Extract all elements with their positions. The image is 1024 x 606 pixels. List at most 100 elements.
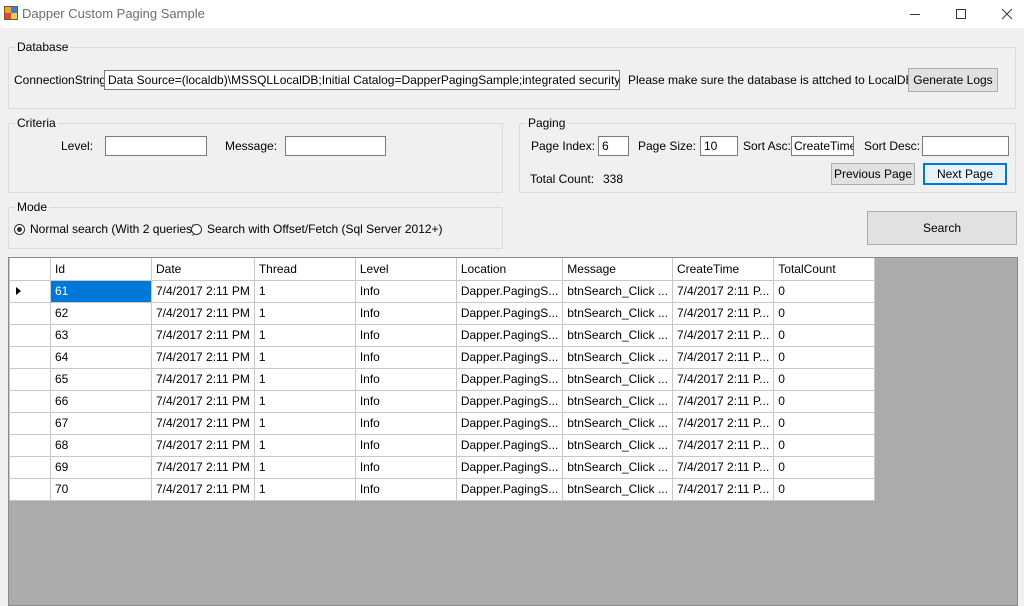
cell-message[interactable]: btnSearch_Click ... xyxy=(562,433,673,457)
cell-id[interactable]: 62 xyxy=(50,301,152,325)
cell-createtime[interactable]: 7/4/2017 2:11 P... xyxy=(671,455,775,479)
cell-totalcount[interactable]: 0 xyxy=(773,279,876,303)
cell-message[interactable]: btnSearch_Click ... xyxy=(562,279,673,303)
cell-thread[interactable]: 1 xyxy=(253,411,356,435)
close-button[interactable] xyxy=(984,0,1024,28)
cell-message[interactable]: btnSearch_Click ... xyxy=(562,367,673,391)
cell-thread[interactable]: 1 xyxy=(253,301,356,325)
column-header-level[interactable]: Level xyxy=(354,258,457,281)
row-header[interactable] xyxy=(9,367,51,391)
cell-date[interactable]: 7/4/2017 2:11 PM xyxy=(151,279,255,303)
cell-createtime[interactable]: 7/4/2017 2:11 P... xyxy=(671,345,775,369)
page-index-input[interactable]: 6 xyxy=(598,136,629,156)
row-header[interactable] xyxy=(9,345,51,369)
table-row[interactable]: 70 7/4/2017 2:11 PM 1 Info Dapper.PagingS...… xyxy=(9,477,876,501)
cell-level[interactable]: Info xyxy=(354,411,457,435)
cell-createtime[interactable]: 7/4/2017 2:11 P... xyxy=(671,301,775,325)
table-row[interactable]: 61 7/4/2017 2:11 PM 1 Info Dapper.PagingS...… xyxy=(9,279,876,303)
cell-thread[interactable]: 1 xyxy=(253,323,356,347)
column-header-id[interactable]: Id xyxy=(50,258,152,281)
table-row[interactable]: 66 7/4/2017 2:11 PM 1 Info Dapper.PagingS...… xyxy=(9,389,876,413)
cell-totalcount[interactable]: 0 xyxy=(773,389,876,413)
cell-thread[interactable]: 1 xyxy=(253,433,356,457)
sort-desc-input[interactable] xyxy=(922,136,1009,156)
table-row[interactable]: 68 7/4/2017 2:11 PM 1 Info Dapper.PagingS...… xyxy=(9,433,876,457)
cell-message[interactable]: btnSearch_Click ... xyxy=(562,301,673,325)
cell-id[interactable]: 65 xyxy=(50,367,152,391)
page-size-input[interactable]: 10 xyxy=(700,136,738,156)
table-row[interactable]: 63 7/4/2017 2:11 PM 1 Info Dapper.PagingS...… xyxy=(9,323,876,347)
cell-date[interactable]: 7/4/2017 2:11 PM xyxy=(151,433,255,457)
next-page-button[interactable]: Next Page xyxy=(923,163,1007,185)
cell-date[interactable]: 7/4/2017 2:11 PM xyxy=(151,411,255,435)
cell-totalcount[interactable]: 0 xyxy=(773,433,876,457)
column-header-thread[interactable]: Thread xyxy=(253,258,356,281)
level-input[interactable] xyxy=(105,136,207,156)
cell-level[interactable]: Info xyxy=(354,433,457,457)
title-bar[interactable]: Dapper Custom Paging Sample xyxy=(0,0,1024,28)
row-header[interactable] xyxy=(9,323,51,347)
cell-location[interactable]: Dapper.PagingS... xyxy=(455,323,564,347)
cell-date[interactable]: 7/4/2017 2:11 PM xyxy=(151,323,255,347)
cell-level[interactable]: Info xyxy=(354,389,457,413)
cell-level[interactable]: Info xyxy=(354,323,457,347)
cell-date[interactable]: 7/4/2017 2:11 PM xyxy=(151,367,255,391)
cell-createtime[interactable]: 7/4/2017 2:11 P... xyxy=(671,411,775,435)
cell-message[interactable]: btnSearch_Click ... xyxy=(562,389,673,413)
cell-totalcount[interactable]: 0 xyxy=(773,345,876,369)
row-header[interactable] xyxy=(9,455,51,479)
minimize-button[interactable] xyxy=(892,0,938,28)
cell-location[interactable]: Dapper.PagingS... xyxy=(455,301,564,325)
row-header[interactable] xyxy=(9,477,51,501)
cell-thread[interactable]: 1 xyxy=(253,389,356,413)
mode-offset-fetch-radio[interactable]: Search with Offset/Fetch (Sql Server 201… xyxy=(191,222,443,236)
cell-level[interactable]: Info xyxy=(354,455,457,479)
cell-message[interactable]: btnSearch_Click ... xyxy=(562,411,673,435)
row-header[interactable] xyxy=(9,411,51,435)
cell-location[interactable]: Dapper.PagingS... xyxy=(455,433,564,457)
table-row[interactable]: 69 7/4/2017 2:11 PM 1 Info Dapper.PagingS...… xyxy=(9,455,876,479)
cell-totalcount[interactable]: 0 xyxy=(773,477,876,501)
cell-id[interactable]: 69 xyxy=(50,455,152,479)
table-row[interactable]: 62 7/4/2017 2:11 PM 1 Info Dapper.PagingS...… xyxy=(9,301,876,325)
cell-message[interactable]: btnSearch_Click ... xyxy=(562,323,673,347)
row-header[interactable] xyxy=(9,279,51,303)
search-button[interactable]: Search xyxy=(867,211,1017,245)
cell-thread[interactable]: 1 xyxy=(253,477,356,501)
cell-id[interactable]: 63 xyxy=(50,323,152,347)
cell-location[interactable]: Dapper.PagingS... xyxy=(455,389,564,413)
cell-message[interactable]: btnSearch_Click ... xyxy=(562,455,673,479)
sort-asc-input[interactable]: CreateTime xyxy=(791,136,854,156)
row-header[interactable] xyxy=(9,389,51,413)
cell-id[interactable]: 68 xyxy=(50,433,152,457)
cell-message[interactable]: btnSearch_Click ... xyxy=(562,345,673,369)
cell-location[interactable]: Dapper.PagingS... xyxy=(455,345,564,369)
cell-thread[interactable]: 1 xyxy=(253,279,356,303)
column-header-date[interactable]: Date xyxy=(151,258,255,281)
column-header-location[interactable]: Location xyxy=(455,258,564,281)
cell-id[interactable]: 67 xyxy=(50,411,152,435)
column-header-message[interactable]: Message xyxy=(562,258,673,281)
cell-location[interactable]: Dapper.PagingS... xyxy=(455,411,564,435)
maximize-button[interactable] xyxy=(938,0,984,28)
message-input[interactable] xyxy=(285,136,386,156)
connection-string-input[interactable]: Data Source=(localdb)\MSSQLLocalDB;Initi… xyxy=(104,70,620,90)
cell-createtime[interactable]: 7/4/2017 2:11 P... xyxy=(671,279,775,303)
row-header[interactable] xyxy=(9,301,51,325)
cell-location[interactable]: Dapper.PagingS... xyxy=(455,279,564,303)
cell-level[interactable]: Info xyxy=(354,301,457,325)
cell-location[interactable]: Dapper.PagingS... xyxy=(455,455,564,479)
previous-page-button[interactable]: Previous Page xyxy=(831,163,915,185)
cell-level[interactable]: Info xyxy=(354,367,457,391)
cell-message[interactable]: btnSearch_Click ... xyxy=(562,477,673,501)
cell-id[interactable]: 61 xyxy=(50,279,152,303)
table-row[interactable]: 67 7/4/2017 2:11 PM 1 Info Dapper.PagingS...… xyxy=(9,411,876,435)
table-row[interactable]: 65 7/4/2017 2:11 PM 1 Info Dapper.PagingS...… xyxy=(9,367,876,391)
generate-logs-button[interactable]: Generate Logs xyxy=(908,68,998,92)
cell-level[interactable]: Info xyxy=(354,477,457,501)
cell-date[interactable]: 7/4/2017 2:11 PM xyxy=(151,389,255,413)
column-header-totalcount[interactable]: TotalCount xyxy=(773,258,876,281)
cell-thread[interactable]: 1 xyxy=(253,455,356,479)
cell-date[interactable]: 7/4/2017 2:11 PM xyxy=(151,455,255,479)
row-header[interactable] xyxy=(9,433,51,457)
